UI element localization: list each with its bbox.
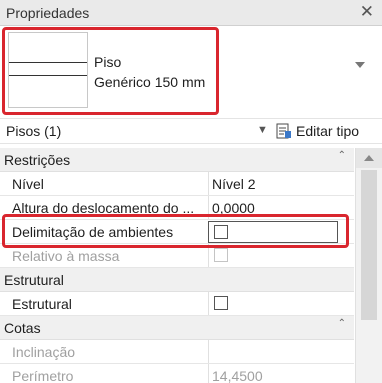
edit-type-icon <box>276 123 291 139</box>
close-icon[interactable]: ✕ <box>360 3 374 21</box>
group-label: Cotas <box>4 320 41 336</box>
property-value: 14,4500 <box>212 368 263 383</box>
group-header-estrutural[interactable]: Estrutural <box>0 268 354 292</box>
group-label: Estrutural <box>4 272 64 288</box>
scroll-thumb[interactable] <box>361 170 377 320</box>
panel-title-bar: Propriedades ✕ <box>0 0 382 26</box>
properties-grid: Restrições ⌃ Nível Nível 2 Altura do des… <box>0 148 354 383</box>
collapse-icon[interactable]: ⌃ <box>338 150 346 161</box>
collapse-icon[interactable]: ⌃ <box>338 318 346 329</box>
property-label: Estrutural <box>12 296 72 312</box>
instance-filter-label: Pisos (1) <box>6 123 62 139</box>
property-row-estrutural[interactable]: Estrutural <box>0 292 354 316</box>
scroll-up-icon[interactable] <box>356 148 382 168</box>
highlight-box-room-bounding <box>2 214 349 248</box>
property-label: Nível <box>12 176 44 192</box>
edit-type-button[interactable]: Editar tipo <box>276 120 359 142</box>
property-label: Relativo à massa <box>12 248 120 264</box>
property-row-nivel[interactable]: Nível Nível 2 <box>0 172 354 196</box>
structural-checkbox[interactable] <box>214 296 228 310</box>
property-label: Perímetro <box>12 368 74 383</box>
property-row-perimetro: Perímetro 14,4500 <box>0 364 354 383</box>
vertical-scrollbar[interactable] <box>355 148 382 383</box>
property-value[interactable]: Nível 2 <box>212 176 256 192</box>
instance-selector[interactable]: Pisos (1) ▼ Editar tipo <box>0 118 382 144</box>
group-header-restricoes[interactable]: Restrições ⌃ <box>0 148 354 172</box>
property-label: Inclinação <box>12 344 76 360</box>
group-header-cotas[interactable]: Cotas ⌃ <box>0 316 354 340</box>
dropdown-triangle-icon[interactable] <box>355 62 365 68</box>
edit-type-label: Editar tipo <box>296 123 360 139</box>
highlight-box-type <box>2 27 219 115</box>
panel-title: Propriedades <box>6 5 90 21</box>
chevron-down-icon[interactable]: ▼ <box>257 124 268 136</box>
property-row-inclinacao: Inclinação <box>0 340 354 364</box>
group-label: Restrições <box>4 152 71 168</box>
related-to-mass-checkbox <box>214 248 228 262</box>
